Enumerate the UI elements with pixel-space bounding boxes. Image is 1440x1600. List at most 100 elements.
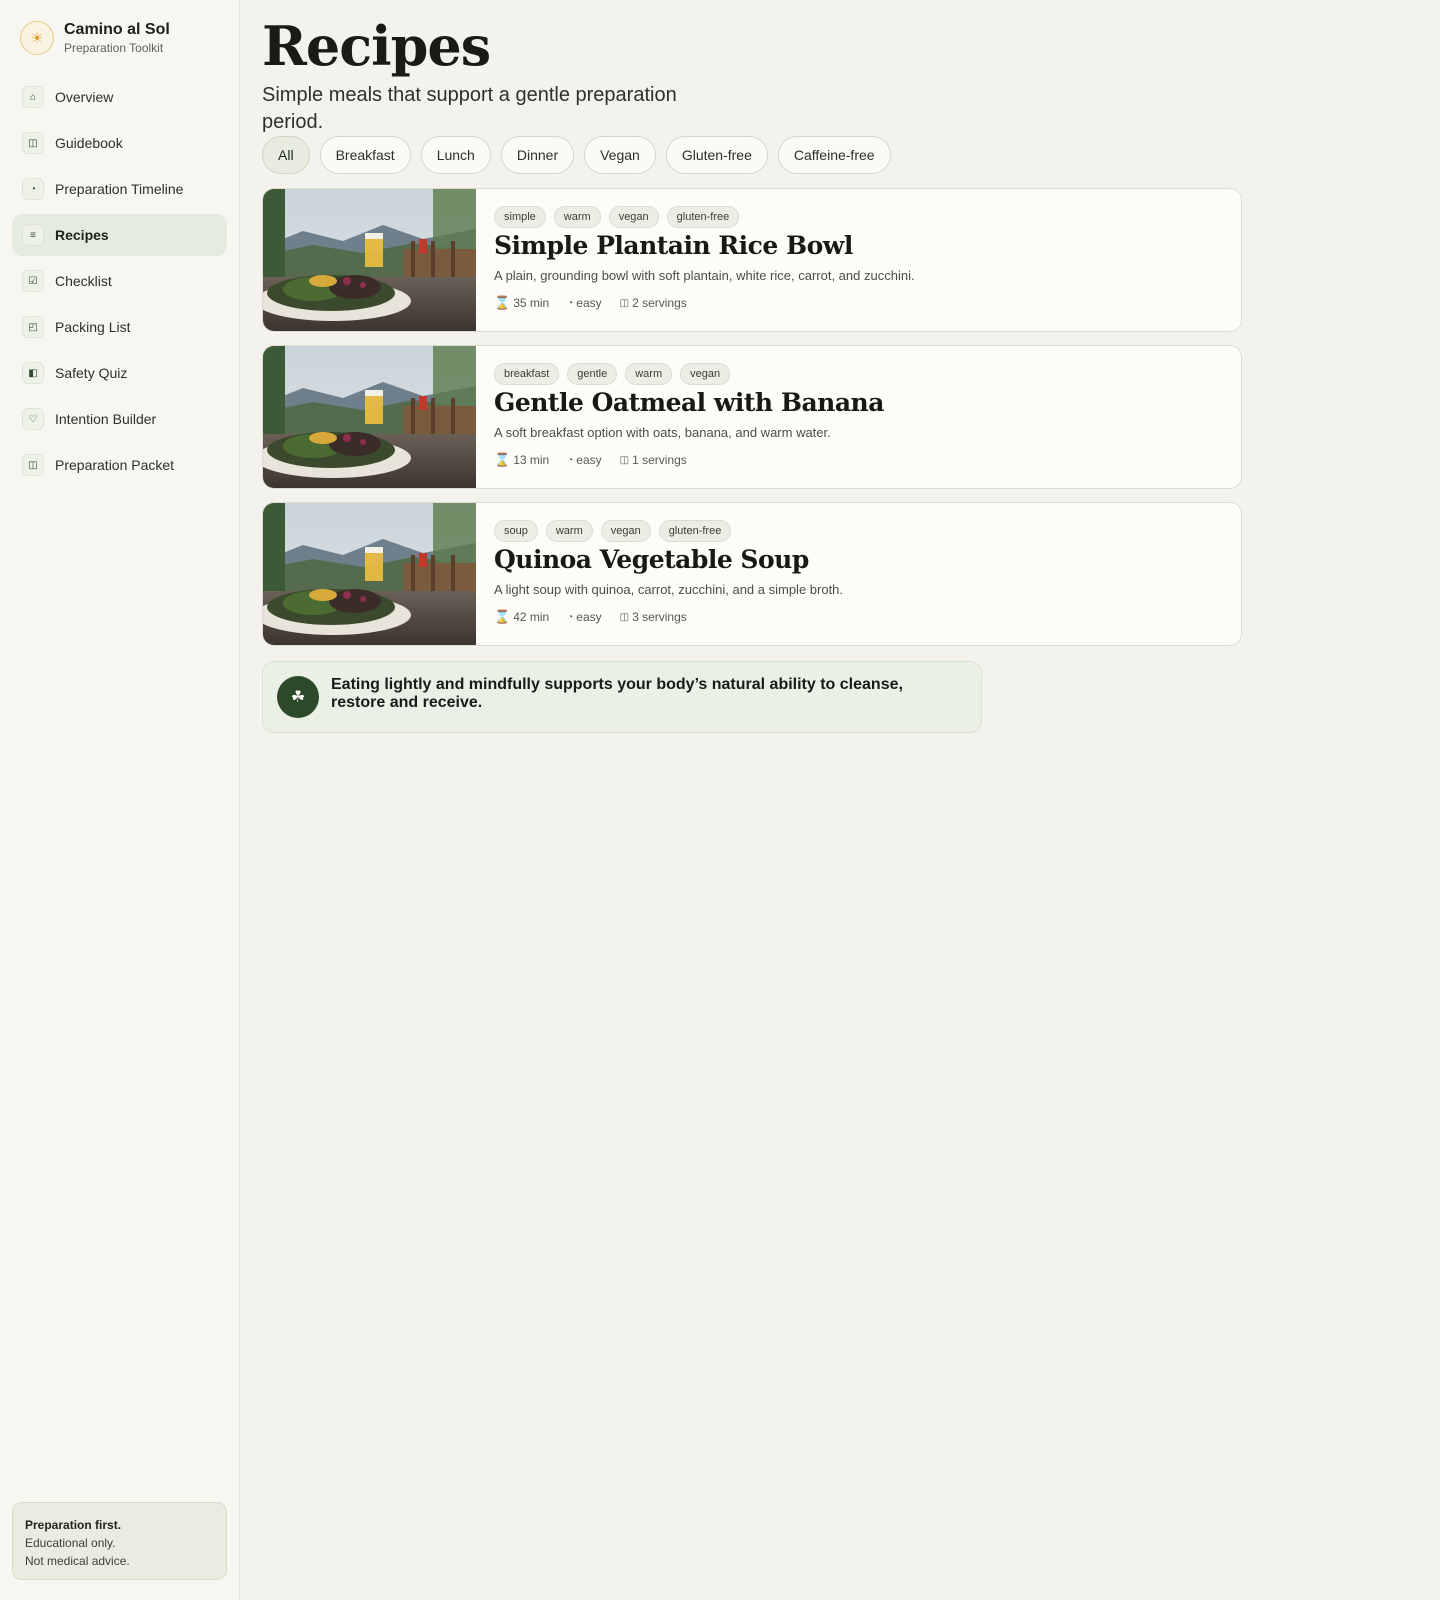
sidebar-item-label: Packing List (55, 319, 131, 335)
recipe-tag: warm (625, 363, 673, 385)
page-title: Recipes (262, 14, 491, 78)
sidebar-item-preparation-timeline[interactable]: ◔ Preparation Timeline (12, 168, 227, 210)
hourglass-icon: ⌛ (494, 609, 511, 624)
recipe-title[interactable]: Gentle Oatmeal with Banana (494, 388, 1221, 418)
bowl-icon: ◫ (619, 297, 630, 309)
shield-icon: ◧ (22, 362, 44, 384)
sidebar-item-label: Guidebook (55, 135, 123, 151)
bowl-icon: ◫ (619, 454, 630, 466)
recipe-photo (263, 346, 476, 488)
bag-icon: ◰ (22, 316, 44, 338)
mindful-eating-note: ☘ Eating lightly and mindfully supports … (262, 661, 982, 733)
recipe-list: simple warm vegan gluten-free Simple Plantai… (262, 188, 1242, 659)
recipe-tags: simple warm vegan gluten-free (494, 206, 1221, 228)
recipe-photo (263, 503, 476, 645)
recipe-card[interactable]: breakfast gentle warm vegan Gentle Oatmeal w… (262, 345, 1242, 489)
sidebar-nav: ⌂ Overview ◫ Guidebook ◔ Preparation Timeline… (12, 76, 227, 490)
recipe-difficulty: ◔ easy (567, 296, 601, 310)
recipe-time: ⌛ 35 min (494, 295, 549, 311)
sidebar: ☀ Camino al Sol Preparation Toolkit ⌂ Ove… (0, 0, 240, 1600)
recipe-meta: ⌛ 42 min ◔ easy ◫ 3 servings (494, 609, 1221, 625)
recipe-card-body: simple warm vegan gluten-free Simple Plantai… (494, 206, 1221, 311)
recipe-card[interactable]: simple warm vegan gluten-free Simple Plantai… (262, 188, 1242, 332)
recipe-servings-value: 3 servings (632, 610, 687, 624)
recipe-difficulty: ◔ easy (567, 610, 601, 624)
recipe-difficulty-value: easy (576, 610, 602, 624)
home-icon: ⌂ (22, 86, 44, 108)
sidebar-item-recipes[interactable]: ≡ Recipes (12, 214, 227, 256)
recipe-tag: vegan (608, 206, 659, 228)
filter-chip-dinner[interactable]: Dinner (500, 136, 575, 174)
heart-icon: ♡ (22, 408, 44, 430)
recipe-tag: breakfast (494, 363, 560, 385)
recipe-meta: ⌛ 13 min ◔ easy ◫ 1 servings (494, 452, 1221, 468)
filter-chip-vegan[interactable]: Vegan (584, 136, 656, 174)
recipe-meta: ⌛ 35 min ◔ easy ◫ 2 servings (494, 295, 1221, 311)
recipe-tag: vegan (600, 520, 651, 542)
page-subtitle: Simple meals that support a gentle prepa… (262, 84, 677, 133)
sidebar-item-preparation-packet[interactable]: ◫ Preparation Packet (12, 444, 227, 486)
recipe-description: A soft breakfast option with oats, banan… (494, 425, 831, 440)
recipe-servings: ◫ 1 servings (620, 453, 687, 467)
recipe-card[interactable]: soup warm vegan gluten-free Quinoa Vegetable… (262, 502, 1242, 646)
recipe-servings: ◫ 3 servings (620, 610, 687, 624)
recipe-servings-value: 2 servings (632, 296, 687, 310)
recipe-tag: vegan (680, 363, 731, 385)
list-icon: ≡ (22, 224, 44, 246)
clock-icon: ◔ (22, 178, 44, 200)
brand-subtitle: Preparation Toolkit (64, 41, 164, 55)
filter-chip-breakfast[interactable]: Breakfast (319, 136, 411, 174)
recipe-tag: warm (553, 206, 601, 228)
recipe-difficulty-value: easy (576, 296, 602, 310)
recipe-time: ⌛ 42 min (494, 609, 549, 625)
recipe-title[interactable]: Simple Plantain Rice Bowl (494, 231, 1221, 261)
brand-text: Camino al Sol Preparation Toolkit (64, 20, 170, 56)
sidebar-item-guidebook[interactable]: ◫ Guidebook (12, 122, 227, 164)
gauge-icon: ◔ (567, 297, 574, 309)
recipe-tags: breakfast gentle warm vegan (494, 363, 1221, 385)
sidebar-item-packing-list[interactable]: ◰ Packing List (12, 306, 227, 348)
recipe-title[interactable]: Quinoa Vegetable Soup (494, 545, 1221, 575)
filter-chip-gluten-free[interactable]: Gluten-free (665, 136, 768, 174)
recipe-card-body: soup warm vegan gluten-free Quinoa Vegetable… (494, 520, 1221, 625)
filter-bar: All Breakfast Lunch Dinner Vegan Gluten-free C… (262, 136, 901, 174)
disclaimer-line: Educational only. (25, 1536, 116, 1550)
hourglass-icon: ⌛ (494, 295, 511, 310)
recipe-servings-value: 1 servings (632, 453, 687, 467)
brand[interactable]: ☀ Camino al Sol Preparation Toolkit (20, 20, 170, 56)
recipe-time: ⌛ 13 min (494, 452, 549, 468)
clover-icon: ☘ (277, 676, 319, 718)
sun-icon: ☀ (20, 21, 54, 55)
sidebar-item-checklist[interactable]: ☑ Checklist (12, 260, 227, 302)
sidebar-item-safety-quiz[interactable]: ◧ Safety Quiz (12, 352, 227, 394)
sidebar-item-intention-builder[interactable]: ♡ Intention Builder (12, 398, 227, 440)
checkbox-icon: ☑ (22, 270, 44, 292)
disclaimer-heading: Preparation first. (25, 1518, 122, 1532)
filter-chip-lunch[interactable]: Lunch (420, 136, 491, 174)
packet-icon: ◫ (22, 454, 44, 476)
gauge-icon: ◔ (567, 611, 574, 623)
recipe-tag: gluten-free (666, 206, 740, 228)
recipe-card-body: breakfast gentle warm vegan Gentle Oatmeal w… (494, 363, 1221, 468)
recipe-time-value: 35 min (513, 296, 550, 310)
recipe-description: A plain, grounding bowl with soft planta… (494, 268, 915, 283)
filter-chip-caffeine-free[interactable]: Caffeine-free (777, 136, 891, 174)
sidebar-item-label: Intention Builder (55, 411, 157, 427)
book-icon: ◫ (22, 132, 44, 154)
recipe-tag: warm (545, 520, 593, 542)
recipe-servings: ◫ 2 servings (620, 296, 687, 310)
recipe-photo (263, 189, 476, 331)
sidebar-item-label: Safety Quiz (55, 365, 128, 381)
recipe-tag: simple (494, 206, 546, 228)
recipe-tag: gentle (567, 363, 618, 385)
recipe-tags: soup warm vegan gluten-free (494, 520, 1221, 542)
recipe-time-value: 13 min (513, 453, 550, 467)
filter-chip-all[interactable]: All (262, 136, 310, 174)
note-text: Eating lightly and mindfully supports yo… (331, 676, 903, 711)
sidebar-item-label: Preparation Timeline (55, 181, 184, 197)
sidebar-item-overview[interactable]: ⌂ Overview (12, 76, 227, 118)
recipe-difficulty: ◔ easy (567, 453, 601, 467)
bowl-icon: ◫ (619, 611, 630, 623)
gauge-icon: ◔ (567, 454, 574, 466)
brand-name: Camino al Sol (64, 21, 170, 38)
